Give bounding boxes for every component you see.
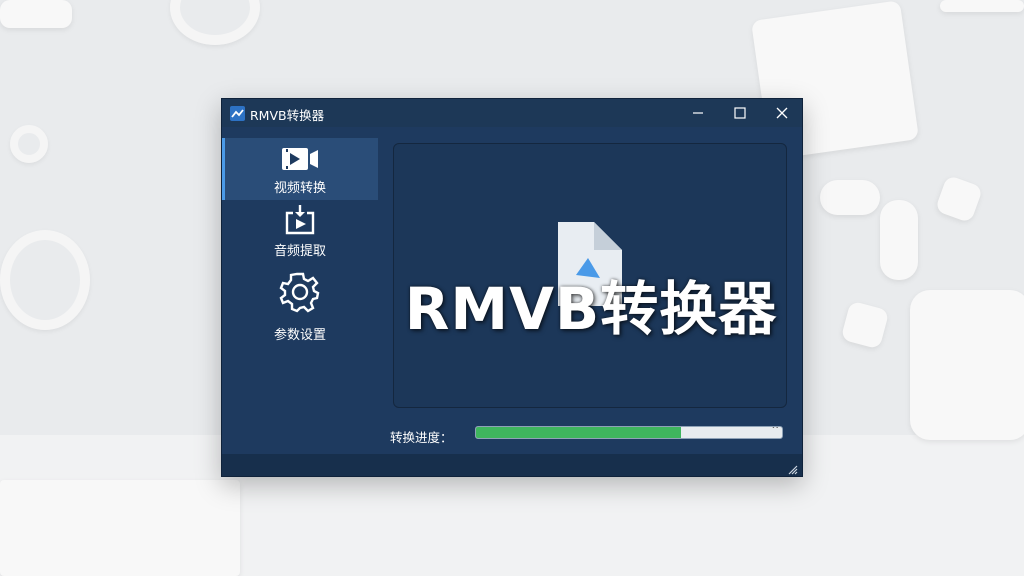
- app-logo-icon: [230, 106, 245, 121]
- maximize-button[interactable]: [720, 99, 760, 127]
- video-convert-icon: [278, 145, 322, 175]
- background-decoration: [10, 125, 48, 163]
- gear-icon: [278, 270, 322, 313]
- background-decoration: [820, 180, 880, 215]
- minimize-icon: [693, 112, 703, 114]
- background-decoration: [0, 0, 72, 28]
- background-decoration: [170, 0, 260, 45]
- background-decoration: [0, 480, 240, 576]
- close-icon: [776, 107, 788, 119]
- background-decoration: [940, 0, 1024, 12]
- close-button[interactable]: [762, 99, 802, 127]
- progress-end-mark: ^: [771, 426, 779, 435]
- sidebar: 视频转换 音频提取 参数设置: [222, 127, 378, 453]
- audio-extract-icon: [278, 204, 322, 235]
- sidebar-item-settings[interactable]: 参数设置: [222, 268, 378, 343]
- overlay-title: RMVB转换器: [404, 275, 778, 343]
- progress-bar: ^: [475, 426, 783, 439]
- minimize-button[interactable]: [678, 99, 718, 127]
- drop-area[interactable]: RMVB转换器: [393, 143, 787, 408]
- sidebar-item-video-convert[interactable]: 视频转换: [222, 138, 378, 200]
- background-decoration: [934, 174, 984, 224]
- sidebar-item-audio-extract[interactable]: 音频提取: [222, 202, 378, 264]
- sidebar-item-label: 参数设置: [273, 328, 326, 343]
- status-bar: [222, 454, 802, 476]
- title-bar[interactable]: RMVB转换器: [222, 99, 802, 127]
- sidebar-item-label: 音频提取: [273, 244, 326, 259]
- resize-grip-icon[interactable]: [786, 460, 798, 479]
- maximize-icon: [734, 107, 746, 119]
- app-window: RMVB转换器 视频转换 音频提取 参数设置 RMVB转换器 转换进度： ^: [221, 98, 803, 477]
- progress-label: 转换进度：: [390, 430, 453, 445]
- background-decoration: [0, 230, 90, 330]
- background-decoration: [880, 200, 918, 280]
- background-decoration: [840, 300, 890, 350]
- window-title: RMVB转换器: [250, 108, 325, 123]
- sidebar-item-label: 视频转换: [273, 181, 326, 196]
- progress-fill: [476, 427, 682, 438]
- background-decoration: [910, 290, 1024, 440]
